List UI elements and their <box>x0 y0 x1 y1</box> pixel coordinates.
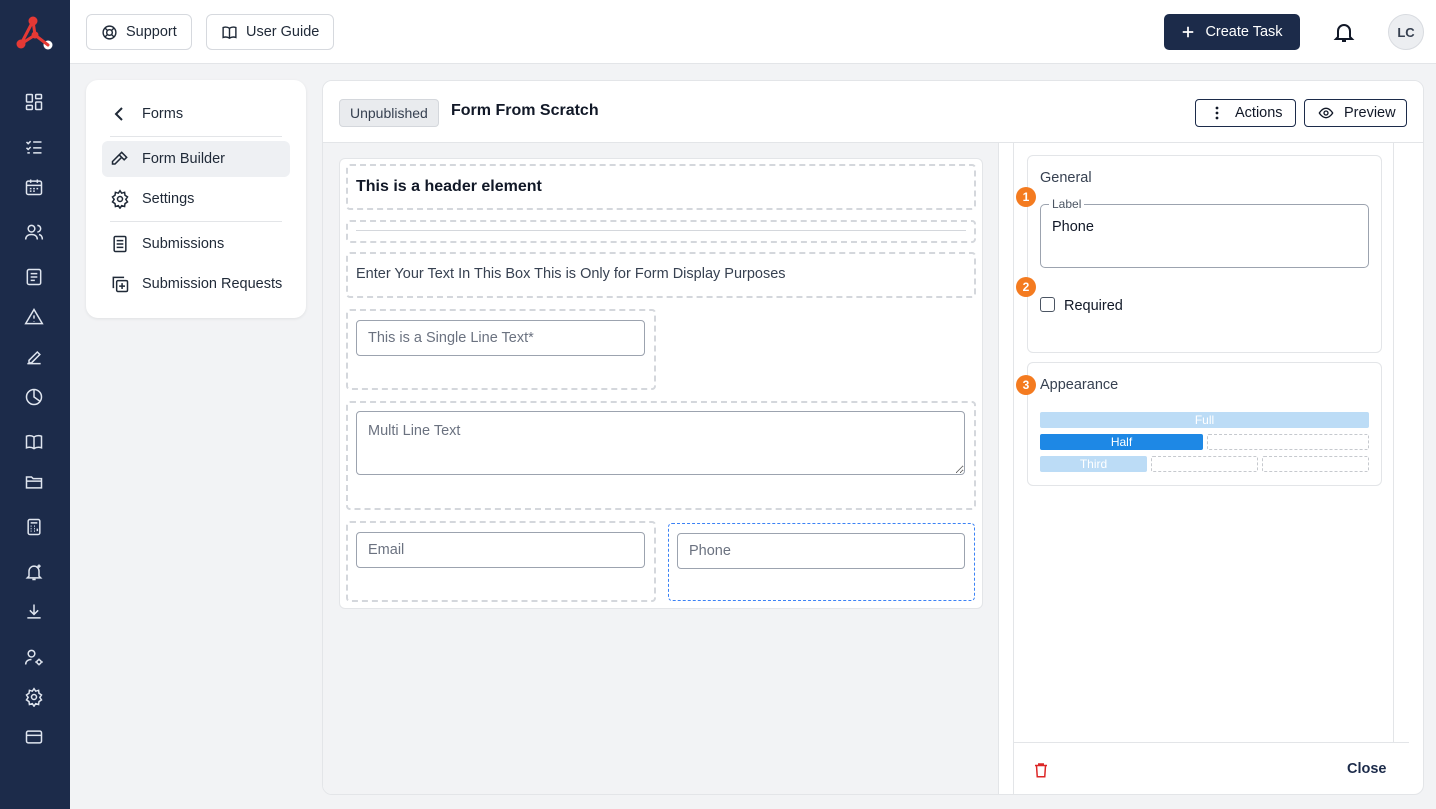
back-to-forms-link[interactable]: Forms <box>102 96 290 132</box>
notification-add-icon[interactable] <box>23 561 45 583</box>
folder-icon[interactable] <box>23 471 45 493</box>
label-legend: Label <box>1049 197 1085 211</box>
header-element[interactable]: This is a header element <box>346 164 976 210</box>
user-settings-icon[interactable] <box>23 646 45 668</box>
status-badge: Unpublished <box>339 99 439 127</box>
actions-label: Actions <box>1235 105 1283 121</box>
chevron-left-icon <box>110 104 130 124</box>
nav-item-form-builder[interactable]: Form Builder <box>102 141 290 177</box>
appearance-section: Appearance Full Half Third <box>1027 362 1382 486</box>
book-icon[interactable] <box>23 431 45 453</box>
width-full-option[interactable]: Full <box>1040 412 1369 428</box>
create-task-label: Create Task <box>1205 24 1283 40</box>
download-icon[interactable] <box>23 601 45 623</box>
email-element[interactable] <box>346 521 656 602</box>
nav-divider <box>110 136 282 137</box>
billing-icon[interactable] <box>23 726 45 748</box>
general-section: General Label Phone Required <box>1027 155 1382 353</box>
alert-icon[interactable] <box>23 306 45 328</box>
sidebar-rail <box>0 0 70 809</box>
paragraph-text: Enter Your Text In This Box This is Only… <box>356 266 786 282</box>
preview-label: Preview <box>1344 105 1396 121</box>
user-guide-label: User Guide <box>246 24 320 40</box>
properties-scrollbar[interactable] <box>1393 143 1409 743</box>
single-line-input[interactable] <box>356 320 645 356</box>
separator-line <box>356 230 966 231</box>
email-input[interactable] <box>356 532 645 568</box>
nav-item-submissions[interactable]: Submissions <box>102 226 290 262</box>
phone-element[interactable] <box>668 523 975 601</box>
width-half-option[interactable]: Half <box>1040 434 1203 450</box>
preview-button[interactable]: Preview <box>1304 99 1407 127</box>
nav-item-label: Submission Requests <box>142 276 283 292</box>
label-field[interactable]: Label Phone <box>1040 197 1369 268</box>
properties-panel: General Label Phone Required 1 2 Appeara… <box>1013 143 1409 743</box>
width-half-placeholder <box>1207 434 1369 450</box>
form-preview: This is a header element Enter Your Text… <box>339 158 983 609</box>
support-button[interactable]: Support <box>86 14 192 50</box>
step-marker: 2 <box>1016 277 1036 297</box>
nav-item-settings[interactable]: Settings <box>102 181 290 217</box>
gear-icon <box>110 189 130 209</box>
app-logo[interactable] <box>16 16 54 50</box>
required-label: Required <box>1064 298 1123 314</box>
support-label: Support <box>126 24 177 40</box>
create-task-button[interactable]: Create Task <box>1164 14 1300 50</box>
general-title: General <box>1040 170 1092 186</box>
calculator-icon[interactable] <box>23 516 45 538</box>
nav-divider <box>110 221 282 222</box>
nav-item-label: Settings <box>142 191 195 207</box>
appearance-title: Appearance <box>1040 377 1119 393</box>
multi-line-input[interactable] <box>356 411 965 475</box>
user-guide-button[interactable]: User Guide <box>206 14 335 50</box>
step-marker: 1 <box>1016 187 1036 207</box>
plus-icon <box>1181 25 1195 39</box>
form-nav-card: Forms Form Builder Settings Submissions … <box>86 80 306 318</box>
width-third-option[interactable]: Third <box>1040 456 1147 472</box>
paragraph-element[interactable]: Enter Your Text In This Box This is Only… <box>346 252 976 298</box>
calendar-icon[interactable] <box>23 176 45 198</box>
users-icon[interactable] <box>23 221 45 243</box>
avatar[interactable]: LC <box>1388 14 1424 50</box>
step-marker: 3 <box>1016 375 1036 395</box>
width-third-placeholder <box>1262 456 1369 472</box>
forms-icon[interactable] <box>23 266 45 288</box>
book-open-icon <box>221 24 238 41</box>
document-icon <box>110 234 130 254</box>
eye-icon <box>1318 105 1334 121</box>
header-element-text: This is a header element <box>356 178 542 195</box>
nav-item-label: Form Builder <box>142 151 225 167</box>
lifebuoy-icon <box>101 24 118 41</box>
dashboard-icon[interactable] <box>23 91 45 113</box>
settings-icon[interactable] <box>23 686 45 708</box>
trash-icon[interactable] <box>1032 761 1050 779</box>
required-checkbox[interactable] <box>1040 297 1055 312</box>
form-canvas: This is a header element Enter Your Text… <box>323 143 999 794</box>
single-line-element[interactable] <box>346 309 656 390</box>
more-vertical-icon <box>1209 105 1225 121</box>
separator-element[interactable] <box>346 220 976 243</box>
phone-input[interactable] <box>677 533 965 569</box>
actions-button[interactable]: Actions <box>1195 99 1296 127</box>
copy-plus-icon <box>110 274 130 294</box>
bell-icon[interactable] <box>1332 20 1356 44</box>
label-value: Phone <box>1052 219 1094 235</box>
nav-item-label: Submissions <box>142 236 225 252</box>
width-third-placeholder <box>1151 456 1258 472</box>
close-button[interactable]: Close <box>1347 761 1387 777</box>
signature-icon[interactable] <box>23 346 45 368</box>
multi-line-element[interactable] <box>346 401 976 510</box>
hammer-icon <box>110 149 130 169</box>
reports-icon[interactable] <box>23 386 45 408</box>
form-builder-card: Unpublished Form From Scratch Actions Pr… <box>322 80 1424 795</box>
nav-item-submission-requests[interactable]: Submission Requests <box>102 266 290 302</box>
form-header: Unpublished Form From Scratch Actions Pr… <box>323 81 1423 143</box>
page-title: Form From Scratch <box>451 102 599 119</box>
back-label: Forms <box>142 106 184 122</box>
task-list-icon[interactable] <box>23 136 45 158</box>
properties-footer: Close <box>1013 742 1409 794</box>
